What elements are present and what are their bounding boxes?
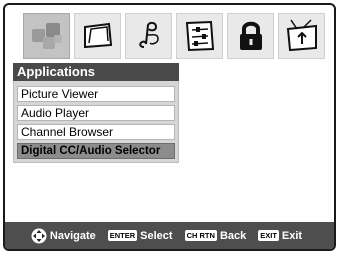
navigate-pad-icon bbox=[31, 228, 47, 243]
tab-input[interactable] bbox=[278, 13, 325, 59]
select-label: Select bbox=[140, 229, 173, 242]
help-footer: Navigate ENTER Select CH RTN Back EXIT E… bbox=[5, 222, 334, 249]
tab-music[interactable] bbox=[125, 13, 172, 59]
menu-title: Applications bbox=[13, 63, 179, 81]
tab-pictures[interactable] bbox=[74, 13, 121, 59]
back-label: Back bbox=[219, 229, 247, 242]
menu-list: Picture Viewer Audio Player Channel Brow… bbox=[13, 81, 179, 163]
menu-item-channel-browser[interactable]: Channel Browser bbox=[17, 124, 175, 140]
tab-settings[interactable] bbox=[176, 13, 223, 59]
tab-applications[interactable] bbox=[23, 13, 70, 59]
menu-tabs bbox=[23, 13, 328, 61]
menu-item-audio-player[interactable]: Audio Player bbox=[17, 105, 175, 121]
applications-squares-icon bbox=[31, 23, 62, 49]
picture-frame-icon bbox=[83, 22, 112, 49]
tv-screen: Applications Picture Viewer Audio Player… bbox=[3, 3, 336, 251]
navigate-label: Navigate bbox=[49, 229, 96, 242]
menu-item-digital-cc-audio-selector[interactable]: Digital CC/Audio Selector bbox=[17, 143, 175, 159]
select-hint: ENTER Select bbox=[107, 229, 179, 242]
lock-icon bbox=[239, 21, 262, 50]
menu-item-picture-viewer[interactable]: Picture Viewer bbox=[17, 86, 175, 102]
ch-rtn-key: CH RTN bbox=[184, 230, 217, 241]
settings-sliders-icon bbox=[185, 20, 214, 52]
exit-label: Exit bbox=[281, 229, 303, 242]
tab-lock[interactable] bbox=[227, 13, 274, 59]
exit-hint: EXIT Exit bbox=[258, 230, 308, 242]
back-hint: CH RTN Back bbox=[184, 229, 253, 242]
applications-menu: Applications Picture Viewer Audio Player… bbox=[13, 63, 179, 163]
navigate-hint: Navigate bbox=[31, 228, 102, 244]
input-antenna-icon bbox=[286, 19, 317, 52]
music-note-icon bbox=[138, 21, 159, 48]
exit-key: EXIT bbox=[258, 230, 279, 241]
enter-key: ENTER bbox=[107, 230, 138, 241]
